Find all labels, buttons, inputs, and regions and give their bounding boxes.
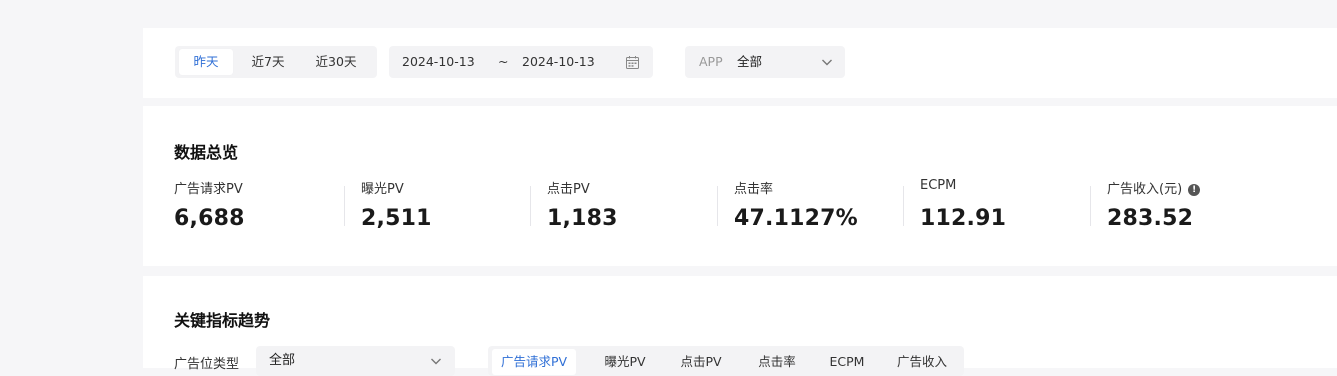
metric-label: 曝光PV [361, 182, 404, 197]
metric-value: 112.91 [920, 206, 1007, 231]
metric-label: 点击率 [734, 182, 774, 197]
metric-divider [1090, 186, 1091, 226]
tab-impressions[interactable]: 曝光PV [590, 349, 660, 375]
range-30days-button[interactable]: 近30天 [305, 49, 367, 75]
tab-ad-requests[interactable]: 广告请求PV [492, 349, 576, 375]
tab-clicks[interactable]: 点击PV [666, 349, 736, 375]
metric-value: 283.52 [1107, 206, 1194, 231]
ad-type-label: 广告位类型 [174, 357, 240, 372]
chevron-down-icon [822, 59, 832, 66]
key-metrics-trend-panel: 关键指标趋势 广告位类型 全部 广告请求PV 曝光PV 点击PV 点击率 ECP… [143, 276, 1337, 376]
tab-ctr[interactable]: 点击率 [742, 349, 812, 375]
date-separator: ~ [498, 54, 509, 69]
metric-divider [903, 186, 904, 226]
date-end[interactable]: 2024-10-13 [522, 46, 595, 78]
metric-value: 47.1127% [734, 206, 858, 231]
filter-bar: 昨天 近7天 近30天 2024-10-13 ~ 2024-10-13 APP … [143, 28, 1337, 98]
chevron-down-icon [431, 358, 441, 365]
metric-label-text: 广告收入(元) [1107, 182, 1183, 197]
ad-type-value: 全部 [269, 353, 296, 368]
metric-label: ECPM [920, 178, 957, 193]
tab-ecpm[interactable]: ECPM [813, 349, 881, 375]
calendar-icon[interactable] [626, 56, 639, 69]
date-range-picker[interactable]: 2024-10-13 ~ 2024-10-13 [389, 46, 653, 78]
metric-clicks: 点击PV 1,183 [547, 178, 733, 238]
metric-revenue: 广告收入(元)! 283.52 [1107, 178, 1293, 238]
metric-divider [530, 186, 531, 226]
metric-tabs: 广告请求PV 曝光PV 点击PV 点击率 ECPM 广告收入 [488, 346, 964, 376]
date-start[interactable]: 2024-10-13 [402, 46, 475, 78]
data-overview-panel: 数据总览 广告请求PV 6,688 曝光PV 2,511 点击PV 1,183 … [143, 106, 1337, 266]
metric-value: 2,511 [361, 206, 432, 231]
metric-ad-requests: 广告请求PV 6,688 [174, 178, 360, 238]
metric-divider [717, 186, 718, 226]
app-select-value: 全部 [737, 54, 763, 69]
metric-value: 6,688 [174, 206, 245, 231]
overview-title: 数据总览 [174, 143, 239, 162]
date-range-segmented: 昨天 近7天 近30天 [175, 46, 377, 78]
metric-label: 广告收入(元)! [1107, 178, 1201, 197]
ad-type-select[interactable]: 全部 [256, 346, 455, 376]
metric-ctr: 点击率 47.1127% [734, 178, 920, 238]
metric-value: 1,183 [547, 206, 618, 231]
range-yesterday-button[interactable]: 昨天 [179, 49, 233, 75]
metric-label: 点击PV [547, 182, 590, 197]
app-select[interactable]: APP 全部 [685, 46, 845, 78]
range-7days-button[interactable]: 近7天 [241, 49, 295, 75]
app-select-label: APP [699, 54, 723, 69]
metric-impressions: 曝光PV 2,511 [361, 178, 547, 238]
trend-title: 关键指标趋势 [174, 311, 271, 330]
metric-divider [344, 186, 345, 226]
info-icon[interactable]: ! [1188, 184, 1201, 196]
tab-revenue[interactable]: 广告收入 [885, 349, 959, 375]
metric-label: 广告请求PV [174, 182, 243, 197]
metric-ecpm: ECPM 112.91 [920, 178, 1106, 238]
